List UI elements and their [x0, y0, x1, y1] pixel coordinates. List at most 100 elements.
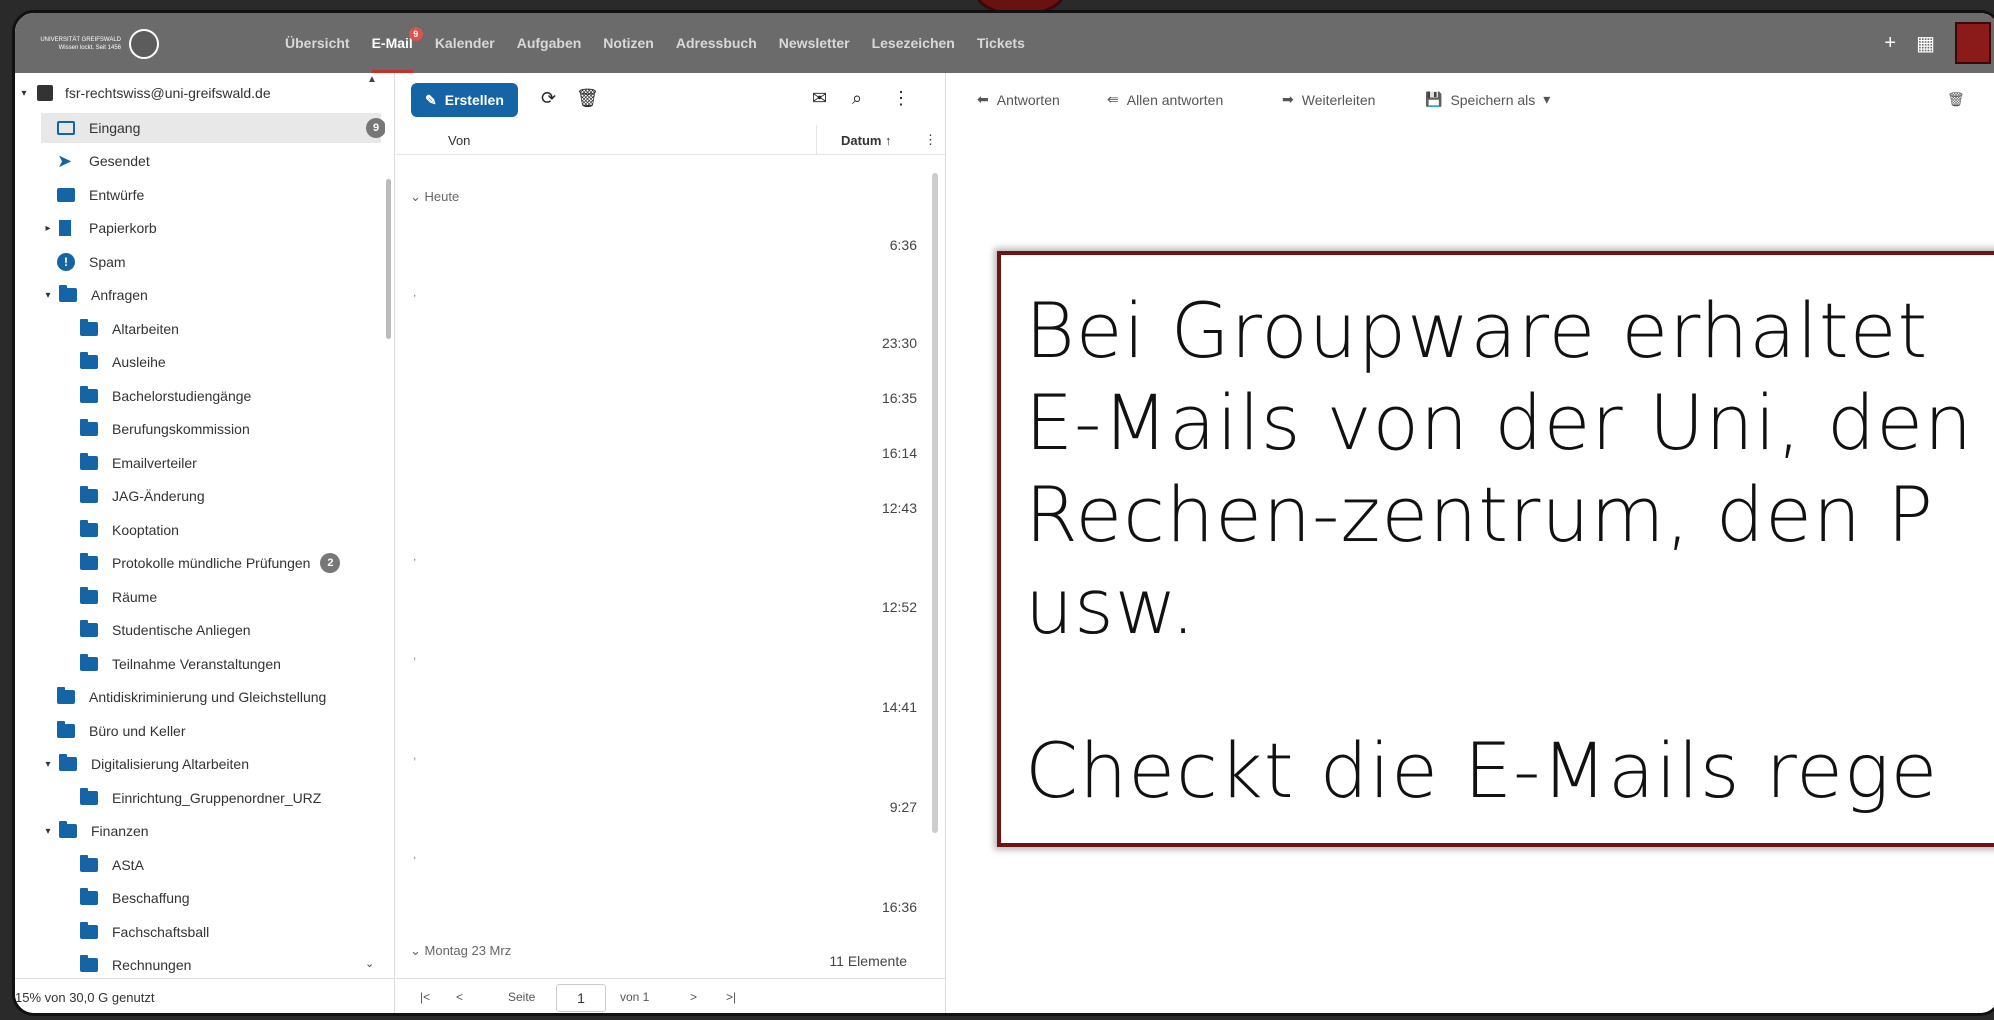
folder-raeume[interactable]: Räume: [80, 582, 157, 612]
page-number-input[interactable]: 1: [556, 984, 606, 1012]
folder-asta[interactable]: AStA: [80, 850, 144, 880]
last-page-icon[interactable]: >|: [726, 990, 736, 1004]
folder-protokolle[interactable]: Protokolle mündliche Prüfungen 2: [80, 548, 341, 578]
first-page-icon[interactable]: |<: [420, 990, 430, 1004]
trash-icon[interactable]: 🗑: [576, 88, 599, 109]
nav-addressbook[interactable]: Adressbuch: [676, 13, 757, 73]
sidebar-scrollbar[interactable]: [385, 83, 393, 983]
column-date[interactable]: Datum ↑: [816, 125, 892, 155]
scroll-up-icon[interactable]: ▲: [367, 74, 377, 85]
chevron-down-icon[interactable]: ▾: [41, 826, 55, 837]
message-time[interactable]: 6:36: [890, 237, 917, 253]
folder-label: Ausleihe: [112, 354, 166, 370]
message-time[interactable]: 16:36: [882, 899, 917, 915]
message-time[interactable]: 14:41: [882, 699, 917, 715]
trash-icon[interactable]: 🗑: [1947, 91, 1965, 108]
folder-trash[interactable]: ▸ Papierkorb: [41, 213, 157, 243]
prev-page-icon[interactable]: <: [456, 990, 463, 1004]
nav-bookmarks[interactable]: Lesezeichen: [872, 13, 955, 73]
folder-icon: [80, 419, 98, 436]
folder-inbox[interactable]: Eingang 9: [41, 113, 385, 143]
nav-notes[interactable]: Notizen: [603, 13, 654, 73]
column-from[interactable]: Von: [448, 133, 470, 148]
top-right-tools: + ▦: [1884, 13, 1991, 73]
folder-icon: [80, 855, 98, 872]
scroll-down-icon[interactable]: ⌄: [365, 957, 374, 970]
chevron-right-icon[interactable]: ▸: [41, 223, 55, 234]
folder-rechnungen[interactable]: Rechnungen: [80, 950, 191, 978]
search-icon[interactable]: ⌕: [852, 88, 862, 109]
message-time[interactable]: 12:52: [882, 599, 917, 615]
avatar[interactable]: [1955, 22, 1991, 64]
chevron-down-icon[interactable]: ▾: [41, 759, 55, 770]
compose-button[interactable]: ✎ Erstellen: [411, 83, 518, 117]
list-scrollbar[interactable]: [931, 173, 939, 913]
folder-studentische[interactable]: Studentische Anliegen: [80, 615, 251, 645]
reply-button[interactable]: ⬅ Antworten: [977, 91, 1060, 108]
nav-calendar[interactable]: Kalender: [435, 13, 495, 73]
forward-button[interactable]: ➡ Weiterleiten: [1282, 91, 1375, 108]
folder-jag[interactable]: JAG-Änderung: [80, 481, 205, 511]
folder-einrichtung[interactable]: Einrichtung_Gruppenordner_URZ: [80, 783, 321, 813]
folder-emailverteiler[interactable]: Emailverteiler: [80, 448, 197, 478]
overlay-line-1: Bei Groupware erhaltet: [1025, 286, 1929, 375]
column-options-icon[interactable]: ⋮: [924, 132, 937, 148]
message-time[interactable]: 16:35: [882, 390, 917, 406]
folder-label: Berufungskommission: [112, 421, 250, 437]
add-icon[interactable]: +: [1884, 32, 1896, 55]
nav-tickets[interactable]: Tickets: [977, 13, 1025, 73]
folder-buero[interactable]: Büro und Keller: [57, 716, 186, 746]
chevron-down-icon[interactable]: ▾: [41, 290, 55, 301]
folder-sent[interactable]: ➤ Gesendet: [57, 146, 150, 176]
folder-digitalisierung[interactable]: ▾ Digitalisierung Altarbeiten: [41, 749, 249, 779]
folder-label: AStA: [112, 857, 144, 873]
caret-down-icon: ▾: [1543, 91, 1551, 107]
refresh-icon[interactable]: ⟳: [541, 88, 556, 109]
folder-label: Beschaffung: [112, 890, 190, 906]
folder-label: Räume: [112, 589, 158, 605]
university-logo[interactable]: UNIVERSITÄT GREIFSWALD Wissen lockt. Sei…: [31, 29, 159, 59]
folder-fachschaftsball[interactable]: Fachschaftsball: [80, 917, 209, 947]
apps-grid-icon[interactable]: ▦: [1916, 31, 1935, 56]
nav-email[interactable]: E-Mail 9: [371, 13, 423, 73]
message-time[interactable]: 23:30: [882, 335, 917, 351]
nav-overview[interactable]: Übersicht: [285, 13, 350, 73]
folder-beschaffung[interactable]: Beschaffung: [80, 883, 190, 913]
more-vertical-icon[interactable]: ⋮: [892, 88, 910, 109]
spam-icon: !: [57, 253, 75, 271]
top-navigation-bar: UNIVERSITÄT GREIFSWALD Wissen lockt. Sei…: [15, 13, 1994, 73]
folder-teilnahme[interactable]: Teilnahme Veranstaltungen: [80, 649, 281, 679]
folder-sidebar: ▾ fsr-rechtswiss@uni-greifswald.de ▲ Ein…: [15, 73, 395, 1013]
save-as-button[interactable]: 💾 Speichern als ▾: [1425, 91, 1550, 108]
message-list-pane: ✎ Erstellen ⟳ 🗑 ✉ ⌕ ⋮ Von Datum ↑ ⋮ ⌄ He…: [396, 73, 946, 1013]
chevron-down-icon[interactable]: ▾: [17, 88, 31, 99]
envelope-icon[interactable]: ✉: [812, 88, 827, 109]
folder-spam[interactable]: ! Spam: [57, 247, 126, 277]
folder-antidiskriminierung[interactable]: Antidiskriminierung und Gleichstellung: [57, 682, 326, 712]
next-page-icon[interactable]: >: [690, 990, 697, 1004]
folder-berufung[interactable]: Berufungskommission: [80, 414, 250, 444]
folder-ausleihe[interactable]: Ausleihe: [80, 347, 166, 377]
group-header-today[interactable]: ⌄ Heute: [410, 189, 459, 205]
message-time[interactable]: 12:43: [882, 500, 917, 516]
nav-tasks[interactable]: Aufgaben: [517, 13, 582, 73]
folder-label: Teilnahme Veranstaltungen: [112, 656, 281, 672]
nav-newsletter[interactable]: Newsletter: [779, 13, 850, 73]
nav-email-label: E-Mail: [371, 35, 413, 51]
save-icon: 💾: [1425, 91, 1443, 107]
tutorial-text-box: Bei Groupware erhaltet E-Mails von der U…: [997, 251, 1994, 847]
folder-anfragen[interactable]: ▾ Anfragen: [41, 280, 148, 310]
folder-label: Finanzen: [91, 823, 149, 839]
folder-altarbeiten[interactable]: Altarbeiten: [80, 314, 179, 344]
folder-bachelor[interactable]: Bachelorstudiengänge: [80, 381, 251, 411]
folder-drafts[interactable]: Entwürfe: [57, 180, 144, 210]
scrollbar-thumb[interactable]: [386, 179, 391, 339]
reply-all-button[interactable]: ⇚ Allen antworten: [1107, 91, 1223, 108]
account-row[interactable]: ▾ fsr-rechtswiss@uni-greifswald.de ▲: [17, 74, 377, 108]
message-time[interactable]: 16:14: [882, 445, 917, 461]
scrollbar-thumb[interactable]: [932, 173, 938, 833]
folder-finanzen[interactable]: ▾ Finanzen: [41, 816, 149, 846]
group-header-monday[interactable]: ⌄ Montag 23 Mrz: [410, 943, 511, 959]
message-time[interactable]: 9:27: [890, 799, 917, 815]
folder-kooptation[interactable]: Kooptation: [80, 515, 179, 545]
